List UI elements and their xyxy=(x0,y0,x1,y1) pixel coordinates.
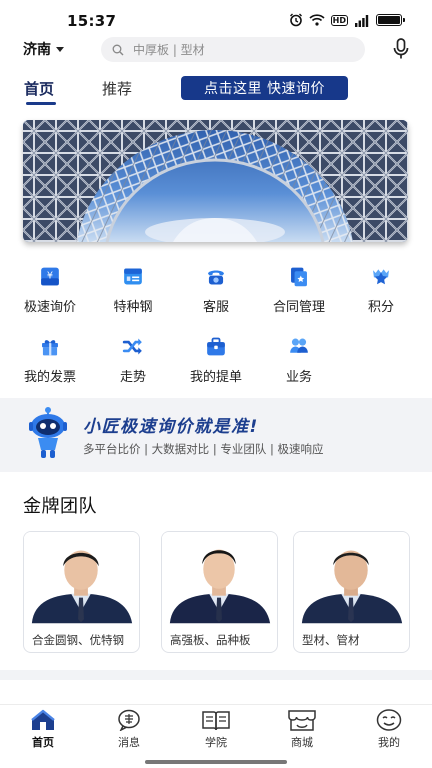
status-bar: 15:37 HD xyxy=(0,0,432,34)
battery-icon xyxy=(376,14,405,26)
robot-mascot-icon xyxy=(29,407,67,458)
feature-quick-inquiry[interactable]: ¥ 极速询价 xyxy=(14,265,86,315)
feature-trend[interactable]: 走势 xyxy=(97,335,169,385)
city-label: 济南 xyxy=(23,42,51,58)
feature-business[interactable]: 业务 xyxy=(263,335,335,385)
team-section-title: 金牌团队 xyxy=(23,496,97,517)
promo-subtitle: 多平台比价 | 大数据对比 | 专业团队 | 极速响应 xyxy=(83,442,324,456)
nav-label: 消息 xyxy=(118,736,140,749)
microphone-icon[interactable] xyxy=(392,38,410,60)
search-placeholder: 中厚板 | 型材 xyxy=(133,43,205,57)
member-specialty: 合金圆钢、优特钢 xyxy=(32,633,124,647)
feature-label: 走势 xyxy=(119,370,146,385)
member-photo xyxy=(162,532,277,624)
tab-recommend[interactable]: 推荐 xyxy=(102,78,132,99)
team-member-card[interactable]: 合金圆钢、优特钢 xyxy=(23,531,140,653)
steel-card-icon xyxy=(124,268,142,285)
shuffle-trend-icon xyxy=(122,338,142,355)
price-tag-icon: ¥ xyxy=(41,267,59,286)
nav-home[interactable]: 首页 xyxy=(13,709,73,750)
top-tabs: 首页 推荐 点击这里 快速询价 xyxy=(0,74,432,105)
hd-badge: HD xyxy=(330,14,348,26)
feature-label: 我的提单 xyxy=(189,370,242,385)
nav-profile[interactable]: 我的 xyxy=(359,709,419,750)
status-icons: HD xyxy=(289,13,405,27)
message-icon xyxy=(118,709,140,731)
search-icon xyxy=(112,44,124,55)
nav-label: 学院 xyxy=(205,736,227,749)
tab-home[interactable]: 首页 xyxy=(24,78,54,99)
steel-structure-image xyxy=(23,120,408,242)
feature-special-steel[interactable]: 特种钢 xyxy=(97,265,169,315)
feature-label: 客服 xyxy=(202,300,229,315)
member-photo xyxy=(294,532,409,624)
member-photo xyxy=(24,532,139,624)
nav-label: 首页 xyxy=(32,736,54,749)
active-tab-indicator xyxy=(26,102,56,105)
nav-label: 我的 xyxy=(378,736,400,749)
feature-label: 积分 xyxy=(367,300,394,315)
nav-messages[interactable]: 消息 xyxy=(99,709,159,750)
section-divider xyxy=(0,670,432,680)
feature-points[interactable]: 积分 xyxy=(345,265,417,315)
search-row: 济南 中厚板 | 型材 xyxy=(0,34,432,64)
briefcase-icon xyxy=(207,337,225,356)
feature-label: 极速询价 xyxy=(23,300,76,315)
feature-customer-service[interactable]: 客服 xyxy=(180,265,252,315)
team-member-card[interactable]: 高强板、品种板 xyxy=(161,531,278,653)
users-icon xyxy=(290,338,308,353)
nav-label: 商城 xyxy=(291,736,313,749)
nav-academy[interactable]: 学院 xyxy=(186,709,246,750)
member-specialty: 型材、管材 xyxy=(302,633,360,647)
phone-icon xyxy=(208,270,224,285)
promo-banner[interactable]: 小匠极速询价就是准! 多平台比价 | 大数据对比 | 专业团队 | 极速响应 xyxy=(0,398,432,472)
city-selector[interactable]: 济南 xyxy=(23,39,64,59)
profile-face-icon xyxy=(376,709,402,731)
feature-contract-management[interactable]: 合同管理 xyxy=(263,265,335,315)
caret-down-icon xyxy=(56,46,64,52)
status-time: 15:37 xyxy=(67,12,117,30)
nav-mall[interactable]: 商城 xyxy=(272,709,332,750)
star-crown-icon xyxy=(373,269,389,285)
feature-label: 合同管理 xyxy=(272,300,325,315)
bottom-nav: 首页 消息 学院 商城 我的 xyxy=(0,704,432,768)
feature-label: 我的发票 xyxy=(23,370,76,385)
hero-banner[interactable] xyxy=(23,120,408,242)
book-icon xyxy=(202,711,230,731)
home-icon xyxy=(31,709,55,730)
feature-my-invoices[interactable]: 我的发票 xyxy=(14,335,86,385)
gift-invoice-icon xyxy=(42,340,58,356)
wifi-icon xyxy=(309,14,325,26)
promo-title: 小匠极速询价就是准! xyxy=(83,417,259,437)
team-member-card[interactable]: 型材、管材 xyxy=(293,531,410,653)
svg-text:¥: ¥ xyxy=(47,270,53,281)
feature-label: 特种钢 xyxy=(113,300,153,315)
home-indicator xyxy=(145,760,287,764)
feature-my-bills[interactable]: 我的提单 xyxy=(180,335,252,385)
search-input[interactable]: 中厚板 | 型材 xyxy=(101,37,365,62)
quick-inquiry-button[interactable]: 点击这里 快速询价 xyxy=(181,76,348,100)
feature-label: 业务 xyxy=(285,370,312,385)
signal-icon xyxy=(355,14,369,27)
alarm-icon xyxy=(289,13,302,27)
contract-icon xyxy=(291,267,307,287)
shop-icon xyxy=(288,710,316,731)
member-specialty: 高强板、品种板 xyxy=(170,633,251,647)
